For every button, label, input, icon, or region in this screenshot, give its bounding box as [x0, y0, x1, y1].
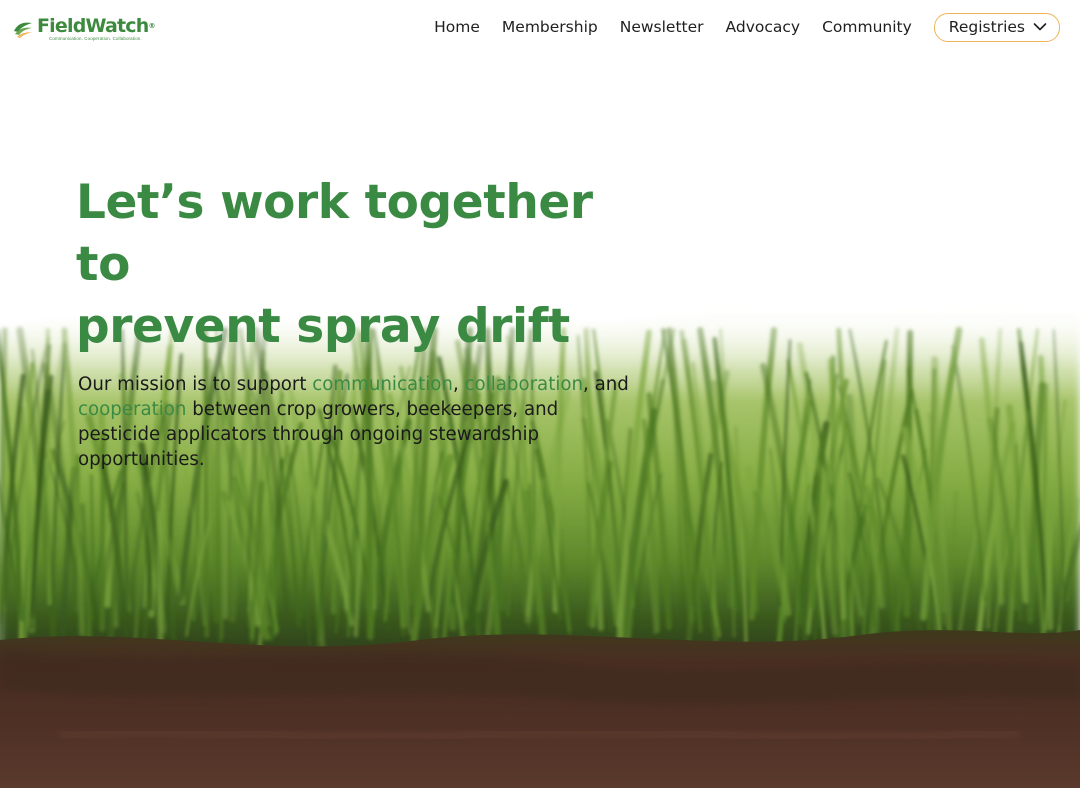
nav-newsletter[interactable]: Newsletter [620, 18, 704, 36]
nav-advocacy[interactable]: Advocacy [726, 18, 801, 36]
nav-membership[interactable]: Membership [502, 18, 598, 36]
leaf-fan-icon [14, 22, 32, 38]
logo-trademark: ® [148, 21, 155, 30]
mission-highlight-collaboration: collaboration [464, 374, 584, 395]
hero-title: Let’s work together to prevent spray dri… [76, 172, 656, 358]
chevron-down-icon [1033, 22, 1047, 30]
mission-text-1: Our mission is to support [78, 374, 313, 395]
hero-title-line1: Let’s work together to [76, 175, 593, 292]
mission-statement: Our mission is to support communication,… [78, 372, 638, 472]
site-header: FieldWatch® Communication. Cooperation. … [0, 0, 1080, 54]
mission-highlight-cooperation: cooperation [78, 399, 187, 420]
mission-separator-1: , [452, 374, 465, 395]
hero: Let’s work together to prevent spray dri… [76, 172, 656, 472]
page: FieldWatch® Communication. Cooperation. … [0, 0, 1080, 788]
fieldwatch-logo[interactable]: FieldWatch® Communication. Cooperation. … [12, 14, 156, 41]
mission-highlight-communication: communication [312, 374, 453, 395]
logo-text-field: Field [37, 14, 86, 37]
registries-label: Registries [948, 17, 1025, 36]
nav-community[interactable]: Community [822, 18, 912, 36]
main-nav: Home Membership Newsletter Advocacy Comm… [434, 12, 1060, 42]
hero-title-line2: prevent spray drift [76, 299, 570, 354]
logo-tagline: Communication. Cooperation. Collaboratio… [49, 35, 142, 41]
mission-separator-2: , and [583, 374, 629, 395]
registries-dropdown[interactable]: Registries [933, 12, 1060, 42]
logo-text-watch: Watch [85, 14, 150, 37]
nav-home[interactable]: Home [434, 18, 480, 36]
